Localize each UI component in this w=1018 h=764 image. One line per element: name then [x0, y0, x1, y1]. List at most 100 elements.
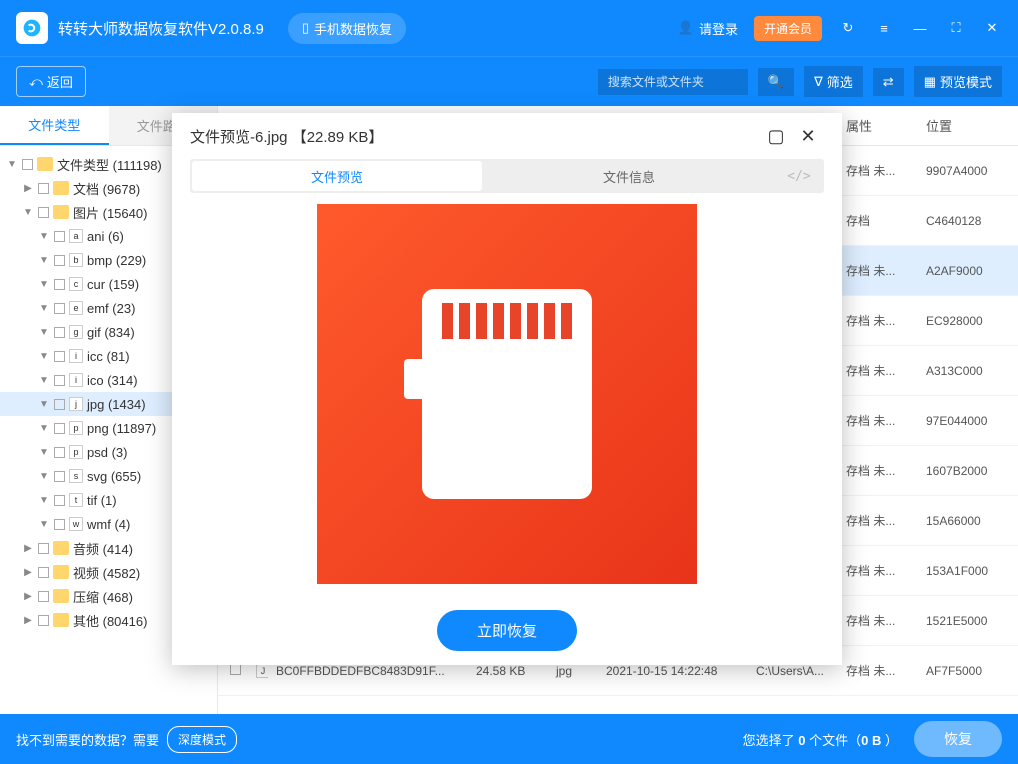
- search-button[interactable]: 🔍: [758, 68, 794, 96]
- expand-icon[interactable]: ▼: [6, 159, 18, 170]
- expand-icon[interactable]: ▶: [22, 591, 34, 602]
- modal-tab-info[interactable]: 文件信息: [484, 159, 774, 193]
- cell-pos: 1607B2000: [918, 464, 1018, 478]
- expand-icon[interactable]: ▼: [38, 447, 50, 458]
- tree-checkbox[interactable]: [38, 543, 49, 554]
- expand-icon[interactable]: ▼: [38, 351, 50, 362]
- filter-icon: ∇: [814, 74, 823, 90]
- tree-checkbox[interactable]: [54, 279, 65, 290]
- expand-icon[interactable]: ▼: [38, 375, 50, 386]
- tree-checkbox[interactable]: [54, 471, 65, 482]
- tree-checkbox[interactable]: [54, 447, 65, 458]
- tree-label: 压缩 (468): [73, 587, 133, 606]
- filetype-icon: s: [69, 469, 83, 483]
- tree-checkbox[interactable]: [54, 519, 65, 530]
- toolbar: ⤺返回 🔍 ∇筛选 ⇄ ▦预览模式: [0, 56, 1018, 106]
- cell-pos: 153A1F000: [918, 564, 1018, 578]
- tree-checkbox[interactable]: [38, 591, 49, 602]
- phone-icon: ▯: [302, 20, 309, 36]
- vip-button[interactable]: 开通会员: [754, 16, 822, 41]
- tree-checkbox[interactable]: [54, 495, 65, 506]
- close-icon[interactable]: ✕: [982, 18, 1002, 38]
- app-title: 转转大师数据恢复软件V2.0.8.9: [58, 18, 264, 39]
- expand-icon[interactable]: ▼: [38, 231, 50, 242]
- search-input[interactable]: [598, 69, 748, 95]
- tree-checkbox[interactable]: [54, 231, 65, 242]
- tree-label: ani (6): [87, 229, 124, 244]
- tree-checkbox[interactable]: [54, 423, 65, 434]
- search-icon: 🔍: [768, 74, 784, 90]
- tree-checkbox[interactable]: [38, 207, 49, 218]
- tree-label: 其他 (80416): [73, 611, 147, 630]
- expand-icon[interactable]: ▼: [38, 495, 50, 506]
- filetype-icon: i: [69, 349, 83, 363]
- col-attr[interactable]: 属性: [838, 116, 918, 135]
- minimize-icon[interactable]: —: [910, 18, 930, 38]
- folder-icon: [53, 589, 69, 603]
- row-checkbox[interactable]: [230, 664, 241, 675]
- user-icon: 👤: [678, 20, 694, 36]
- expand-icon[interactable]: ▼: [38, 399, 50, 410]
- tree-checkbox[interactable]: [54, 399, 65, 410]
- tree-checkbox[interactable]: [54, 303, 65, 314]
- filetype-icon: t: [69, 493, 83, 507]
- expand-icon[interactable]: ▶: [22, 615, 34, 626]
- footer: 找不到需要的数据？需要 深度模式 您选择了 0 个文件（0 B ） 恢复: [0, 714, 1018, 764]
- cell-pos: A2AF9000: [918, 264, 1018, 278]
- tab-file-type[interactable]: 文件类型: [0, 106, 109, 145]
- tree-checkbox[interactable]: [38, 183, 49, 194]
- preview-area: [172, 193, 842, 595]
- tree-checkbox[interactable]: [54, 375, 65, 386]
- cell-attr: 存档 未...: [838, 412, 918, 429]
- col-pos[interactable]: 位置: [918, 116, 1018, 135]
- preview-modal: 文件预览-6.jpg 【22.89 KB】 ▢ ✕ 文件预览 文件信息 </> …: [172, 113, 842, 665]
- expand-icon[interactable]: ▼: [38, 471, 50, 482]
- preview-mode-button[interactable]: ▦预览模式: [914, 66, 1002, 97]
- sort-button[interactable]: ⇄: [873, 68, 904, 96]
- tree-checkbox[interactable]: [38, 567, 49, 578]
- modal-tab-code[interactable]: </>: [774, 159, 824, 193]
- tree-label: cur (159): [87, 277, 139, 292]
- tree-label: icc (81): [87, 349, 130, 364]
- expand-icon[interactable]: ▶: [22, 543, 34, 554]
- tree-label: ico (314): [87, 373, 138, 388]
- tree-checkbox[interactable]: [22, 159, 33, 170]
- expand-icon[interactable]: ▼: [38, 519, 50, 530]
- cell-pos: 15A66000: [918, 514, 1018, 528]
- recover-button[interactable]: 恢复: [914, 721, 1002, 757]
- cell-pos: EC928000: [918, 314, 1018, 328]
- expand-icon[interactable]: ▼: [38, 255, 50, 266]
- cell-path: C:\Users\A...: [748, 664, 838, 678]
- expand-icon[interactable]: ▶: [22, 183, 34, 194]
- menu-icon[interactable]: ≡: [874, 18, 894, 38]
- expand-icon[interactable]: ▶: [22, 567, 34, 578]
- expand-icon[interactable]: ▼: [38, 327, 50, 338]
- tree-checkbox[interactable]: [54, 255, 65, 266]
- mobile-recovery-button[interactable]: ▯手机数据恢复: [288, 13, 406, 44]
- modal-tab-preview[interactable]: 文件预览: [192, 161, 482, 191]
- expand-icon[interactable]: ▼: [38, 303, 50, 314]
- deep-mode-button[interactable]: 深度模式: [167, 726, 237, 753]
- expand-icon[interactable]: ▼: [38, 279, 50, 290]
- filetype-icon: c: [69, 277, 83, 291]
- maximize-icon[interactable]: ⛶: [946, 18, 966, 38]
- expand-icon[interactable]: ▼: [22, 207, 34, 218]
- tree-checkbox[interactable]: [54, 351, 65, 362]
- back-button[interactable]: ⤺返回: [16, 66, 86, 97]
- folder-icon: [53, 181, 69, 195]
- refresh-icon[interactable]: ↻: [838, 18, 858, 38]
- filter-button[interactable]: ∇筛选: [804, 66, 863, 97]
- modal-maximize-icon[interactable]: ▢: [760, 120, 792, 152]
- cell-attr: 存档 未...: [838, 462, 918, 479]
- cell-pos: 1521E5000: [918, 614, 1018, 628]
- expand-icon[interactable]: ▼: [38, 423, 50, 434]
- modal-title: 文件预览-6.jpg 【22.89 KB】: [190, 126, 383, 147]
- restore-now-button[interactable]: 立即恢复: [437, 610, 577, 651]
- modal-close-icon[interactable]: ✕: [792, 120, 824, 152]
- tree-checkbox[interactable]: [38, 615, 49, 626]
- login-link[interactable]: 👤请登录: [678, 19, 738, 38]
- tree-label: 文件类型 (111198): [57, 155, 162, 174]
- cell-pos: AF7F5000: [918, 664, 1018, 678]
- cell-size: 24.58 KB: [468, 664, 548, 678]
- tree-checkbox[interactable]: [54, 327, 65, 338]
